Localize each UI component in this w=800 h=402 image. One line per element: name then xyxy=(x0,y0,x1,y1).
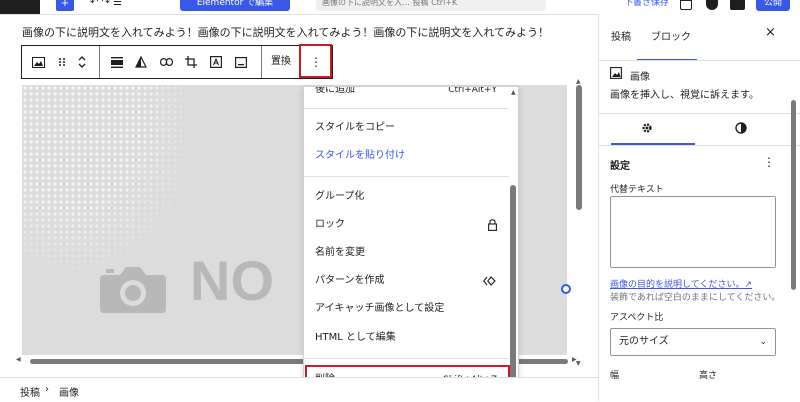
menu-item-label: スタイルをコピー xyxy=(315,122,395,133)
camera-icon xyxy=(100,267,166,313)
caption-icon[interactable] xyxy=(230,46,252,78)
alt-help-text: 装飾であれば空白のままにしてください。 xyxy=(610,293,781,303)
menu-item-edit-as-html[interactable]: HTML として編集 xyxy=(315,325,505,351)
close-sidebar-button[interactable]: × xyxy=(765,25,776,40)
replace-button[interactable]: 置換 xyxy=(271,46,291,78)
toolbar-separator xyxy=(99,46,100,78)
settings-panel-icon[interactable] xyxy=(730,0,745,10)
editor-top-bar: + ↶ ↷ ☰ Elementor で編集 画像の下に説明文を入… 投稿 Ctr… xyxy=(0,0,800,15)
paragraph-block[interactable]: 画像の下に説明文を入れてみよう！画像の下に説明文を入れてみよう！画像の下に説明文… xyxy=(22,26,572,40)
chevron-down-icon: ⌄ xyxy=(759,337,767,347)
menu-item-copy-styles[interactable]: スタイルをコピー xyxy=(315,115,505,141)
menu-item-label: グループ化 xyxy=(315,191,365,202)
menu-item-insert-after[interactable]: 後に追加 Ctrl+Alt+Y xyxy=(315,86,505,103)
menu-divider xyxy=(304,176,509,177)
menu-item-label: HTML として編集 xyxy=(315,332,396,343)
editor-vertical-scrollbar[interactable] xyxy=(576,85,582,210)
crop-icon[interactable] xyxy=(180,46,202,78)
save-draft-link[interactable]: 下書き保存 xyxy=(624,0,669,8)
sidebar-divider xyxy=(599,113,800,114)
tab-block[interactable]: ブロック xyxy=(651,28,691,43)
pattern-icon xyxy=(483,276,496,286)
menu-item-label: ロック xyxy=(315,219,345,230)
move-up-down-icon[interactable] xyxy=(71,46,93,78)
menu-divider xyxy=(304,358,509,359)
menu-scrollbar[interactable] xyxy=(510,185,516,390)
lock-icon xyxy=(488,219,497,231)
menu-item-create-pattern[interactable]: パターンを作成 xyxy=(315,268,505,294)
block-toolbar: 置換 ⋮ xyxy=(21,45,333,79)
link-icon[interactable] xyxy=(155,46,177,78)
menu-item-group[interactable]: グループ化 xyxy=(315,184,505,210)
menu-item-set-featured-image[interactable]: アイキャッチ画像として設定 xyxy=(315,296,505,322)
aspect-ratio-value: 元のサイズ xyxy=(619,336,669,347)
sidebar-scrollbar[interactable] xyxy=(791,100,796,290)
menu-item-label: アイキャッチ画像として設定 xyxy=(315,303,445,314)
alt-text-label: 代替テキスト xyxy=(610,185,664,195)
command-palette-bar[interactable]: 画像の下に説明文を入… 投稿 Ctrl+K xyxy=(316,0,546,11)
aspect-ratio-select[interactable]: 元のサイズ ⌄ xyxy=(610,328,776,356)
gear-icon[interactable] xyxy=(641,122,653,134)
aspect-ratio-label: アスペクト比 xyxy=(610,313,664,323)
menu-shortcut: Ctrl+Alt+Y xyxy=(448,86,497,95)
publish-button[interactable]: 公開 xyxy=(756,0,790,11)
menu-item-label: 名前を変更 xyxy=(315,247,365,258)
styles-half-circle-icon[interactable] xyxy=(735,122,747,134)
menu-item-label: スタイルを貼り付け xyxy=(315,150,405,161)
settings-more-button[interactable]: ⋮ xyxy=(763,155,775,169)
align-icon[interactable] xyxy=(106,46,128,78)
block-description: 画像を挿入し、視覚に訴えます。 xyxy=(610,90,759,101)
no-image-text: NO xyxy=(190,249,274,312)
image-block-icon[interactable] xyxy=(27,46,49,78)
menu-divider xyxy=(304,108,509,109)
image-resize-handle[interactable] xyxy=(561,284,571,294)
width-label: 幅 xyxy=(610,371,620,381)
breadcrumb: 投稿 › 画像 xyxy=(0,377,598,402)
sidebar-divider xyxy=(599,60,800,61)
block-options-menu: 後に追加 Ctrl+Alt+Y スタイルをコピー スタイルを貼り付け グループ化… xyxy=(303,86,519,398)
alt-text-textarea[interactable] xyxy=(610,196,776,268)
alt-help-link[interactable]: 画像の目的を説明してください。↗ xyxy=(610,277,752,290)
breadcrumb-root[interactable]: 投稿 xyxy=(20,384,40,399)
settings-section-title[interactable]: 設定 xyxy=(610,157,630,172)
block-title: 画像 xyxy=(630,72,650,83)
breadcrumb-separator: › xyxy=(45,384,49,395)
add-block-button[interactable]: + xyxy=(56,0,74,11)
menu-item-lock[interactable]: ロック xyxy=(315,212,505,238)
elementor-edit-button[interactable]: Elementor で編集 xyxy=(180,0,290,11)
image-block-icon xyxy=(610,67,622,79)
sidebar-divider xyxy=(599,145,800,146)
undo-redo-icons[interactable]: ↶ ↷ ☰ xyxy=(90,0,122,8)
text-overlay-icon[interactable] xyxy=(205,46,227,78)
height-label: 高さ xyxy=(699,371,718,381)
drag-handle-icon[interactable] xyxy=(51,46,73,78)
site-logo[interactable] xyxy=(0,0,40,14)
breadcrumb-current[interactable]: 画像 xyxy=(59,384,79,399)
jetpack-icon[interactable] xyxy=(706,0,718,10)
settings-sidebar: 投稿 ブロック × 画像 画像を挿入し、視覚に訴えます。 設定 ⋮ 代替テキスト… xyxy=(598,14,800,401)
halftone-pattern xyxy=(22,85,192,275)
menu-item-paste-styles[interactable]: スタイルを貼り付け xyxy=(315,143,505,169)
tab-post[interactable]: 投稿 xyxy=(611,28,631,43)
menu-item-label: パターンを作成 xyxy=(315,275,385,286)
menu-item-rename[interactable]: 名前を変更 xyxy=(315,240,505,266)
duotone-icon[interactable] xyxy=(130,46,152,78)
menu-item-label: 後に追加 xyxy=(315,86,355,95)
preview-icon[interactable] xyxy=(680,0,692,10)
more-options-highlight xyxy=(299,44,332,78)
toolbar-separator xyxy=(261,46,262,78)
